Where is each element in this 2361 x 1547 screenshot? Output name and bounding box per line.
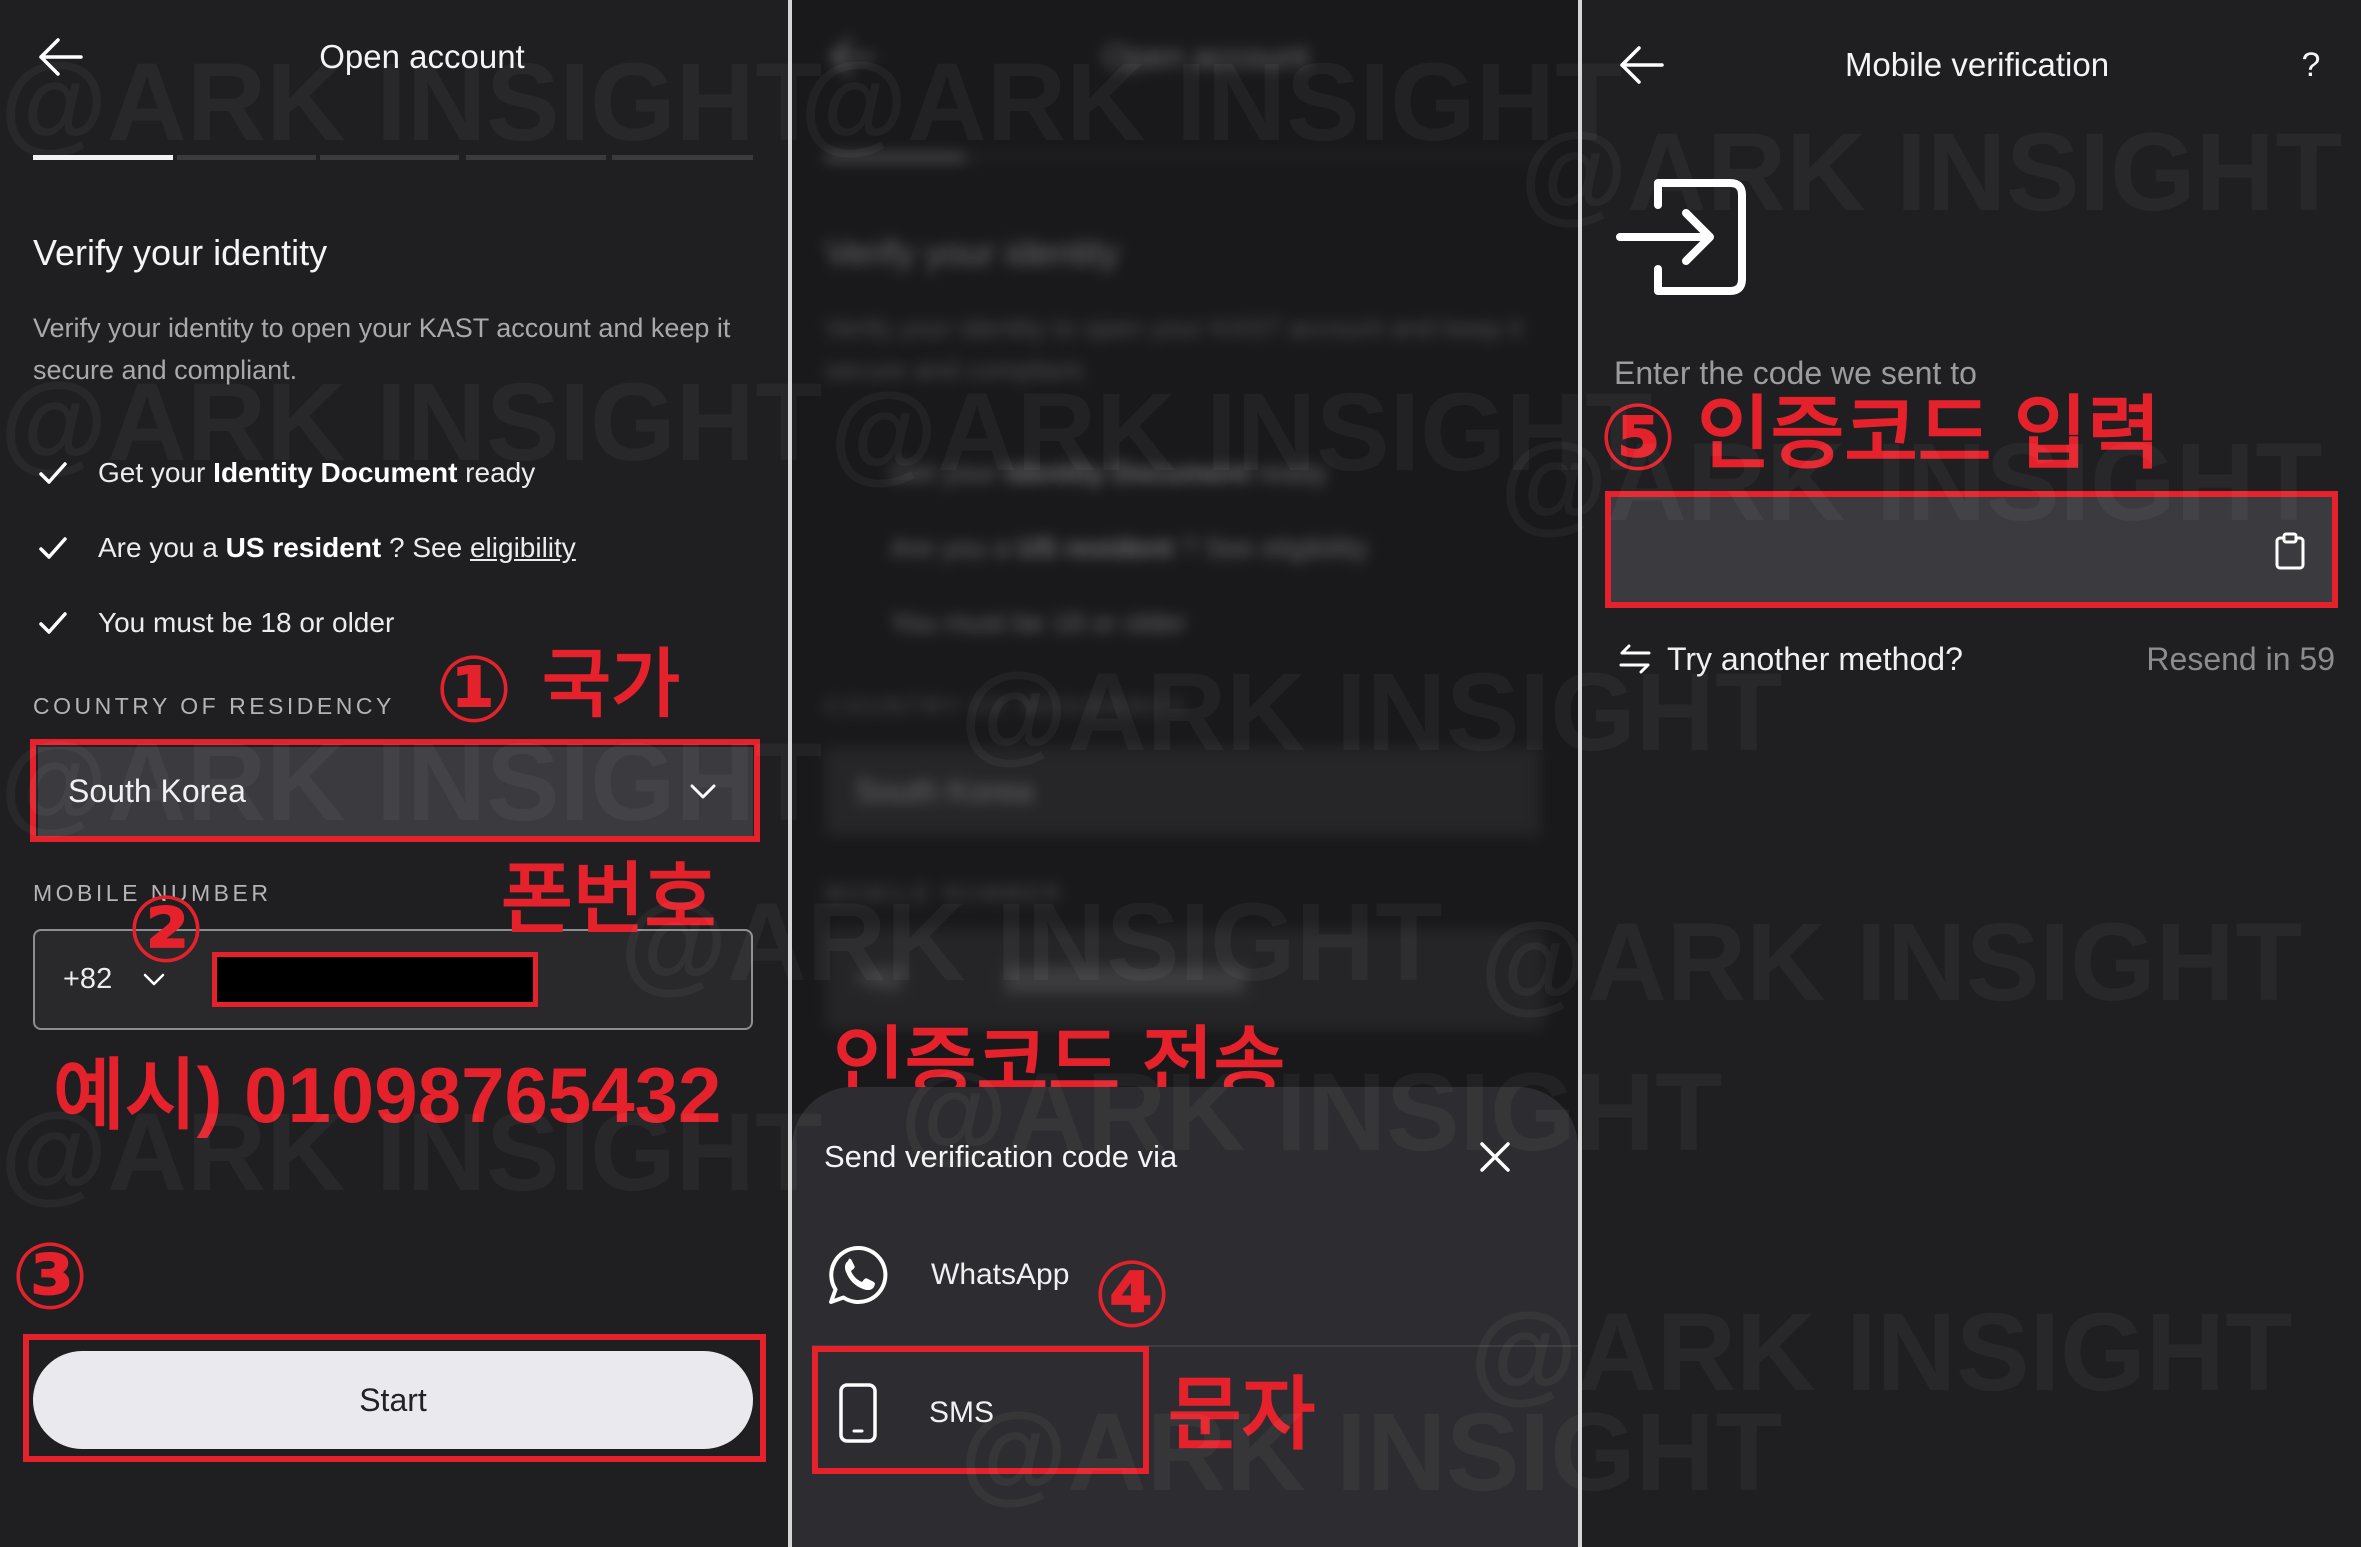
background-description: Verify your identity to open your KAST a… bbox=[825, 313, 1523, 385]
checklist-text: Are you a bbox=[98, 532, 226, 563]
back-arrow-icon bbox=[1620, 46, 1664, 84]
page-title: Open account bbox=[319, 38, 525, 75]
checklist-text: Get your bbox=[98, 457, 214, 488]
annotation-sms: 문자 bbox=[1168, 1370, 1316, 1459]
checklist-text: Are you a bbox=[890, 532, 1018, 563]
mobile-verification-screen: Mobile verification ? Enter the code we … bbox=[1582, 0, 2361, 1547]
help-button[interactable]: ? bbox=[2291, 45, 2331, 85]
progress-segment bbox=[612, 155, 753, 160]
background-mobile-label: MOBILE NUMBER bbox=[825, 880, 1064, 906]
checklist-emphasis: US resident bbox=[1017, 532, 1174, 563]
check-icon bbox=[38, 611, 68, 635]
background-country-dropdown: South Korea bbox=[825, 747, 1540, 836]
background-dial-code: +82 bbox=[855, 963, 905, 995]
checklist-text: ready bbox=[1249, 457, 1328, 488]
checklist-item-age: You must be 18 or older bbox=[98, 602, 394, 644]
try-another-method-button[interactable]: Try another method? bbox=[1618, 639, 2038, 679]
back-arrow-icon bbox=[828, 37, 876, 77]
close-button[interactable] bbox=[1478, 1140, 1512, 1174]
whatsapp-icon bbox=[826, 1243, 890, 1307]
try-another-method-label: Try another method? bbox=[1667, 641, 1963, 677]
background-checklist-item: Get your Identity Document ready bbox=[890, 452, 1327, 494]
annotation-phone-example: 예시) 01098765432 bbox=[53, 1051, 722, 1139]
background-title: Open account bbox=[1103, 38, 1309, 75]
annotation-step-1: ① bbox=[435, 636, 513, 743]
checklist-text: Get your bbox=[890, 457, 1006, 488]
progress-segment bbox=[466, 155, 606, 160]
annotation-box-sms bbox=[812, 1346, 1149, 1474]
checklist-emphasis: Identity Document bbox=[213, 457, 458, 488]
background-progress bbox=[825, 155, 1545, 160]
sheet-title: Send verification code via bbox=[824, 1139, 1178, 1174]
screenshot-canvas: Open account Verify your identity Verify… bbox=[0, 0, 2361, 1547]
panel-divider bbox=[1578, 0, 1582, 1547]
background-checklist-item: Are you a US resident ? See eligibility bbox=[890, 527, 1368, 569]
check-icon bbox=[38, 461, 68, 485]
annotation-box-start bbox=[23, 1334, 766, 1462]
checklist-link: eligibility bbox=[1261, 532, 1368, 563]
progress-segment bbox=[320, 155, 459, 160]
redacted-phone-number bbox=[212, 952, 538, 1007]
annotation-step-5: ⑤ bbox=[1599, 384, 1677, 491]
country-label: COUNTRY OF RESIDENCY bbox=[33, 693, 395, 719]
checklist-text: ? See bbox=[381, 532, 470, 563]
verification-method-sheet: Send verification code via WhatsApp SMS bbox=[792, 1087, 1578, 1547]
checklist-emphasis: Identity Document bbox=[1005, 457, 1250, 488]
checklist-text: ? See bbox=[1173, 532, 1262, 563]
eligibility-link[interactable]: eligibility bbox=[470, 532, 576, 563]
checklist-item-us-resident: Are you a US resident ? See eligibility bbox=[98, 527, 576, 569]
annotation-step-2: ② bbox=[127, 876, 205, 983]
back-button[interactable] bbox=[1617, 45, 1665, 85]
option-whatsapp[interactable]: WhatsApp bbox=[792, 1215, 1578, 1343]
annotation-phone: 폰번호 bbox=[501, 855, 717, 943]
background-progress-fill bbox=[825, 155, 965, 160]
background-heading: Verify your identity bbox=[825, 232, 1120, 273]
resend-countdown: Resend in 59 bbox=[2146, 641, 2335, 677]
login-icon bbox=[1612, 175, 1752, 300]
section-description: Verify your identity to open your KAST a… bbox=[33, 313, 731, 385]
checklist-emphasis: US resident bbox=[225, 532, 382, 563]
progress-segment bbox=[177, 155, 316, 160]
annotation-enter-code: 인증코드 입력 bbox=[1697, 389, 2161, 478]
checklist-item-identity-document: Get your Identity Document ready bbox=[98, 452, 535, 494]
annotation-step-4: ④ bbox=[1093, 1241, 1171, 1348]
background-phone-number-blur bbox=[1005, 967, 1245, 993]
background-checklist-item: You must be 18 or older bbox=[890, 607, 1187, 638]
close-icon bbox=[1480, 1142, 1510, 1172]
progress-bar bbox=[0, 155, 788, 160]
dial-code: +82 bbox=[63, 963, 113, 995]
send-code-screen: Open account Verify your identity Verify… bbox=[792, 0, 1578, 1547]
swap-arrows-icon bbox=[1618, 644, 1652, 674]
annotation-step-3: ③ bbox=[11, 1223, 89, 1330]
checklist-text: You must be 18 or older bbox=[98, 607, 395, 638]
check-icon bbox=[38, 536, 68, 560]
background-country-value: South Korea bbox=[855, 773, 1033, 809]
checklist-text: ready bbox=[457, 457, 536, 488]
section-heading: Verify your identity bbox=[33, 232, 328, 273]
progress-segment bbox=[33, 155, 173, 160]
page-title: Mobile verification bbox=[1844, 46, 2110, 83]
back-button[interactable] bbox=[36, 37, 84, 77]
annotation-box-code bbox=[1605, 491, 2338, 608]
back-arrow-icon bbox=[39, 38, 83, 76]
open-account-screen: Open account Verify your identity Verify… bbox=[0, 0, 788, 1547]
background-country-label: COUNTRY OF RESIDENCY bbox=[825, 693, 1187, 719]
annotation-country: 국가 bbox=[542, 642, 681, 726]
option-label: WhatsApp bbox=[931, 1258, 1070, 1291]
annotation-box-country bbox=[30, 739, 760, 842]
background-mobile-field: +82 bbox=[825, 929, 1545, 1030]
